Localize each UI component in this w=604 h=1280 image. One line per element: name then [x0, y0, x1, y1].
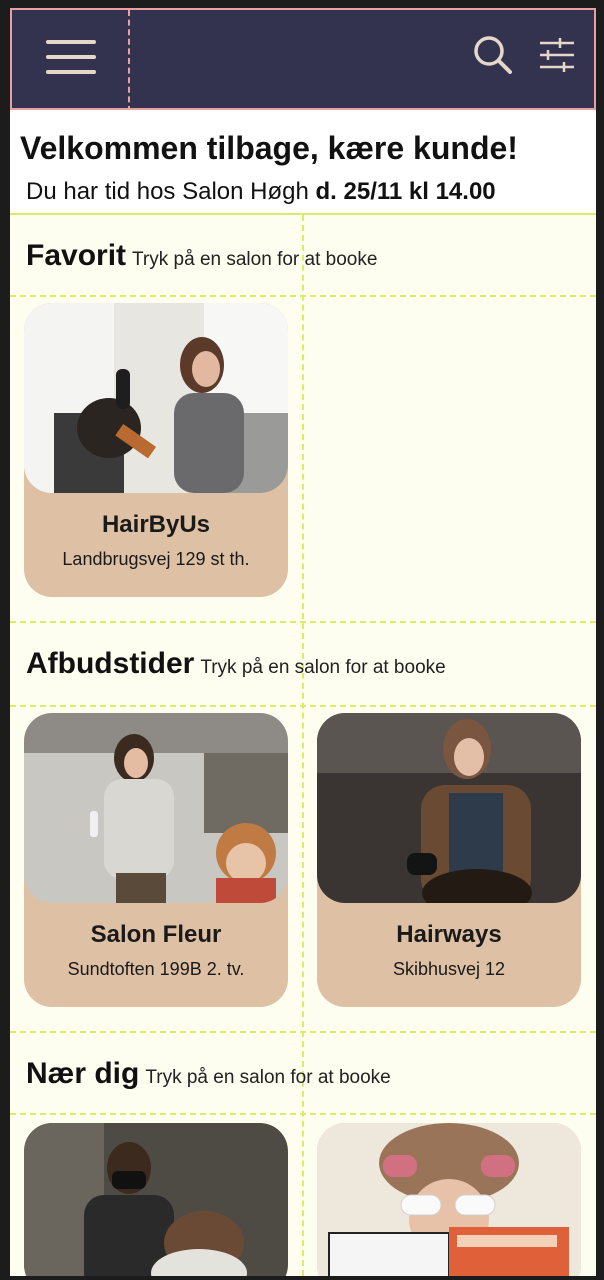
appointment-prefix: Du har tid hos Salon Høgh	[26, 178, 316, 205]
salon-photo	[24, 303, 288, 493]
salon-address: Landbrugsvej 129 st th.	[62, 549, 250, 569]
app-screen: Velkommen tilbage, kære kunde! Du har ti…	[10, 8, 596, 1276]
divider	[10, 295, 596, 297]
salon-card-nearby-1[interactable]	[24, 1123, 288, 1276]
salon-list[interactable]: Favorit Tryk på en salon for at booke Ha…	[10, 215, 596, 1276]
divider	[10, 1113, 596, 1115]
section-hint: Tryk på en salon for at booke	[132, 249, 378, 270]
section-hint: Tryk på en salon for at booke	[145, 1067, 391, 1088]
section-title: Favorit	[26, 239, 127, 272]
salon-name: HairByUs	[101, 511, 211, 538]
search-icon[interactable]	[472, 34, 514, 76]
guide-line	[302, 215, 304, 1276]
salon-photo	[24, 1123, 288, 1276]
salon-photo	[24, 713, 288, 903]
section-hint: Tryk på en salon for at booke	[200, 657, 446, 678]
appointment-info: Du har tid hos Salon Høgh d. 25/11 kl 14…	[26, 178, 496, 206]
section-nearby-title: Nær dig Tryk på en salon for at booke	[26, 1057, 391, 1091]
salon-name: Salon Fleur	[90, 921, 222, 948]
divider	[10, 621, 596, 623]
welcome-title: Velkommen tilbage, kære kunde!	[20, 130, 518, 166]
sliders-icon[interactable]	[536, 34, 578, 76]
salon-photo	[317, 1123, 581, 1276]
hamburger-icon[interactable]	[46, 40, 96, 74]
salon-card-salon-fleur[interactable]: Salon Fleur Sundtoften 199B 2. tv.	[24, 713, 288, 1007]
appointment-time: d. 25/11 kl 14.00	[315, 178, 496, 205]
welcome-banner: Velkommen tilbage, kære kunde! Du har ti…	[10, 110, 596, 215]
section-cancellations-title: Afbudstider Tryk på en salon for at booke	[26, 647, 446, 681]
section-title: Nær dig	[26, 1057, 140, 1090]
salon-name: Hairways	[396, 921, 502, 948]
salon-card-hairways[interactable]: Hairways Skibhusvej 12	[317, 713, 581, 1007]
divider	[10, 1031, 596, 1033]
section-favorites-title: Favorit Tryk på en salon for at booke	[26, 239, 377, 273]
top-bar	[10, 8, 596, 112]
guide-line	[128, 10, 130, 112]
salon-card-nearby-2[interactable]	[317, 1123, 581, 1276]
divider	[10, 705, 596, 707]
salon-card-hairbyus[interactable]: HairByUs Landbrugsvej 129 st th.	[24, 303, 288, 597]
salon-address: Sundtoften 199B 2. tv.	[67, 959, 245, 979]
section-title: Afbudstider	[26, 647, 195, 680]
salon-address: Skibhusvej 12	[392, 959, 506, 979]
salon-photo	[317, 713, 581, 903]
